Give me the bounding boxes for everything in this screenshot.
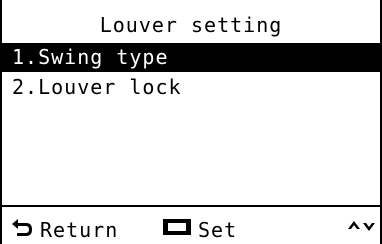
set-button-icon — [162, 216, 192, 244]
remote-controller-screen: Louver setting 1.Swing type 2.Louver loc… — [0, 0, 382, 244]
up-down-nav[interactable] — [347, 216, 377, 244]
footer-bar: Return Set — [2, 216, 380, 244]
footer-divider — [2, 205, 380, 207]
set-label: Set — [198, 218, 238, 242]
set-button[interactable]: Set — [162, 216, 237, 244]
return-arrow-icon — [10, 216, 34, 244]
up-down-arrows-icon — [347, 216, 377, 244]
menu-item-swing-type[interactable]: 1.Swing type — [2, 43, 380, 72]
return-button[interactable]: Return — [10, 216, 118, 244]
menu-item-louver-lock[interactable]: 2.Louver lock — [2, 73, 380, 102]
screen-title: Louver setting — [99, 13, 283, 37]
return-label: Return — [40, 218, 119, 242]
